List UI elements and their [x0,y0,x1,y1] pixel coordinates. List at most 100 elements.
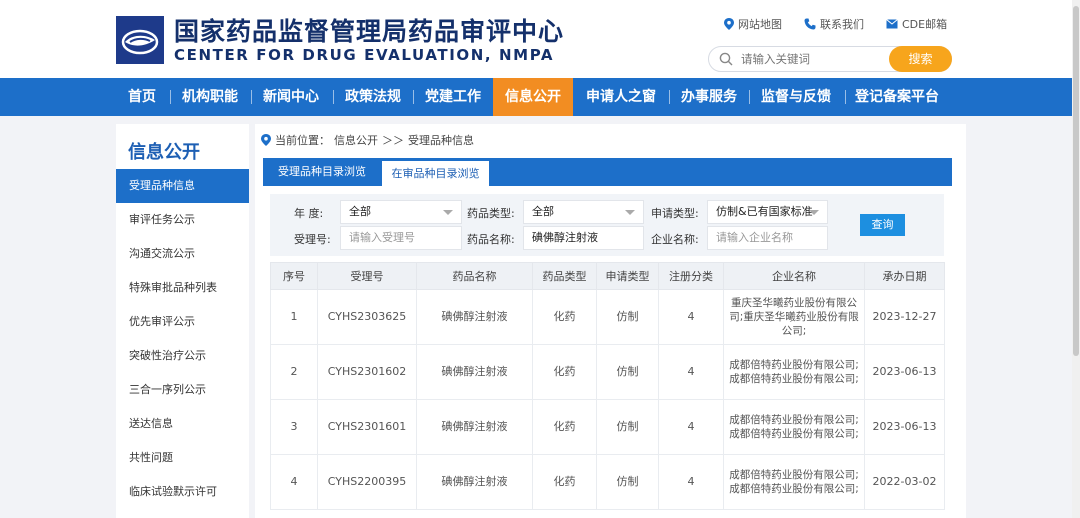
sidebar-item-three-in-one[interactable]: 三合一序列公示 [116,373,249,407]
nav-item-policies[interactable]: 政策法规 [337,78,409,116]
sidebar-title: 信息公开 [128,142,200,163]
nav-item-home[interactable]: 首页 [118,78,166,116]
chevron-down-icon [625,210,635,215]
table-row[interactable]: 1 CYHS2303625 碘佛醇注射液 化药 仿制 4 重庆圣华曦药业股份有限… [270,289,945,345]
drug-name-input[interactable]: 碘佛醇注射液 [523,226,644,250]
table-row[interactable]: 4 CYHS2200395 碘佛醇注射液 化药 仿制 4 成都倍特药业股份有限公… [270,454,945,510]
top-links: 网站地图 联系我们 CDE邮箱 [724,16,947,32]
cell-apply-type: 仿制 [596,289,659,345]
cde-logo[interactable] [116,16,164,64]
cell-drug-name: 碘佛醇注射液 [416,454,533,510]
sidebar-item-breakthrough[interactable]: 突破性治疗公示 [116,339,249,373]
main-content: 当前位置： 信息公开 ＞＞ 受理品种信息 受理品种目录浏览 在审品种目录浏览 年… [255,124,966,518]
table-row[interactable]: 3 CYHS2301601 碘佛醇注射液 化药 仿制 4 成都倍特药业股份有限公… [270,399,945,455]
location-pin-icon [724,18,734,30]
drug-type-select-value: 全部 [532,205,554,218]
nav-item-functions[interactable]: 机构职能 [174,78,246,116]
site-title-en: CENTER FOR DRUG EVALUATION, NMPA [174,46,555,64]
apply-type-label: 申请类型: [651,207,699,220]
sidebar-item-communication[interactable]: 沟通交流公示 [116,237,249,271]
cell-index: 2 [270,344,318,400]
cell-reg-class: 4 [658,289,724,345]
scrollbar-thumb[interactable] [1073,6,1079,356]
cell-apply-type: 仿制 [596,344,659,400]
logo-emblem-icon [116,16,164,64]
cell-reg-class: 4 [658,399,724,455]
cell-drug-name: 碘佛醇注射液 [416,289,533,345]
cell-date: 2023-06-13 [864,344,945,400]
cell-company: 成都倍特药业股份有限公司;成都倍特药业股份有限公司; [723,399,865,455]
table-row[interactable]: 2 CYHS2301602 碘佛醇注射液 化药 仿制 4 成都倍特药业股份有限公… [270,344,945,400]
site-header: 国家药品监督管理局药品审评中心 CENTER FOR DRUG EVALUATI… [0,0,1080,78]
nav-item-feedback[interactable]: 监督与反馈 [753,78,839,116]
tab-under-review-catalog[interactable]: 在审品种目录浏览 [382,161,489,186]
mail-icon [886,19,898,29]
site-title-cn: 国家药品监督管理局药品审评中心 [174,17,565,46]
drug-type-label: 药品类型: [467,207,515,220]
col-header-drug-type: 药品类型 [532,262,597,290]
apply-type-select-value: 仿制&已有国家标准 [716,205,813,218]
drug-type-select[interactable]: 全部 [523,200,644,224]
tab-accepted-catalog[interactable]: 受理品种目录浏览 [263,158,381,186]
sidebar-item-accepted-varieties[interactable]: 受理品种信息 [116,169,249,203]
site-map-link[interactable]: 网站地图 [724,16,782,32]
main-nav: 首页 机构职能 新闻中心 政策法规 党建工作 信息公开 申请人之窗 办事服务 监… [0,78,1080,116]
contact-link[interactable]: 联系我们 [804,16,864,32]
sidebar-item-special-approval[interactable]: 特殊审批品种列表 [116,271,249,305]
cell-company: 成都倍特药业股份有限公司;成都倍特药业股份有限公司; [723,344,865,400]
cell-accept-no: CYHS2200395 [317,454,417,510]
year-label: 年 度: [294,207,324,220]
accept-no-input[interactable]: 请输入受理号 [340,226,462,250]
search-button[interactable]: 搜索 [889,46,952,72]
cell-reg-class: 4 [658,344,724,400]
nav-item-info-disclosure[interactable]: 信息公开 [493,78,573,116]
cell-index: 4 [270,454,318,510]
breadcrumb-prefix: 当前位置： [275,134,330,147]
apply-type-select[interactable]: 仿制&已有国家标准 [707,200,828,224]
cell-accept-no: CYHS2301602 [317,344,417,400]
tab-bar: 受理品种目录浏览 在审品种目录浏览 [263,158,952,186]
cell-drug-type: 化药 [532,289,597,345]
site-map-label: 网站地图 [738,18,782,31]
breadcrumb: 当前位置： 信息公开 ＞＞ 受理品种信息 [261,132,474,148]
accept-no-label: 受理号: [294,233,331,246]
company-input[interactable]: 请输入企业名称 [707,226,828,250]
cell-drug-type: 化药 [532,344,597,400]
search-icon [719,52,733,66]
nav-item-services[interactable]: 办事服务 [673,78,745,116]
cde-mail-link[interactable]: CDE邮箱 [886,16,947,32]
nav-divider [251,90,252,104]
sidebar-item-priority-review[interactable]: 优先审评公示 [116,305,249,339]
phone-icon [804,18,816,30]
cell-accept-no: CYHS2301601 [317,399,417,455]
sidebar-item-clinical-trial[interactable]: 临床试验默示许可 [116,475,249,509]
filter-panel: 年 度: 全部 药品类型: 全部 申请类型: 仿制&已有国家标准 受理号: 请输… [270,194,944,256]
chevron-down-icon [443,210,453,215]
nav-item-party[interactable]: 党建工作 [417,78,489,116]
nav-item-applicant[interactable]: 申请人之窗 [578,78,664,116]
cell-index: 1 [270,289,318,345]
cell-company: 成都倍特药业股份有限公司;成都倍特药业股份有限公司; [723,454,865,510]
contact-label: 联系我们 [820,18,864,31]
cell-drug-type: 化药 [532,399,597,455]
search-input[interactable] [741,50,881,68]
query-button[interactable]: 查询 [860,214,905,236]
col-header-company: 企业名称 [723,262,865,290]
breadcrumb-info-disclosure[interactable]: 信息公开 [334,132,378,148]
cell-drug-name: 碘佛醇注射液 [416,399,533,455]
cell-accept-no: CYHS2303625 [317,289,417,345]
col-header-accept-no: 受理号 [317,262,417,290]
cell-date: 2023-12-27 [864,289,945,345]
company-label: 企业名称: [651,233,699,246]
nav-item-news[interactable]: 新闻中心 [255,78,327,116]
col-header-date: 承办日期 [864,262,945,290]
cell-reg-class: 4 [658,454,724,510]
sidebar-item-review-tasks[interactable]: 审评任务公示 [116,203,249,237]
nav-divider [749,90,750,104]
page-scrollbar[interactable] [1072,0,1080,518]
sidebar-item-common-issues[interactable]: 共性问题 [116,441,249,475]
year-select[interactable]: 全部 [340,200,462,224]
sidebar-item-delivery[interactable]: 送达信息 [116,407,249,441]
cell-company: 重庆圣华曦药业股份有限公司;重庆圣华曦药业股份有限公司; [723,289,865,345]
nav-item-registration[interactable]: 登记备案平台 [849,78,945,116]
